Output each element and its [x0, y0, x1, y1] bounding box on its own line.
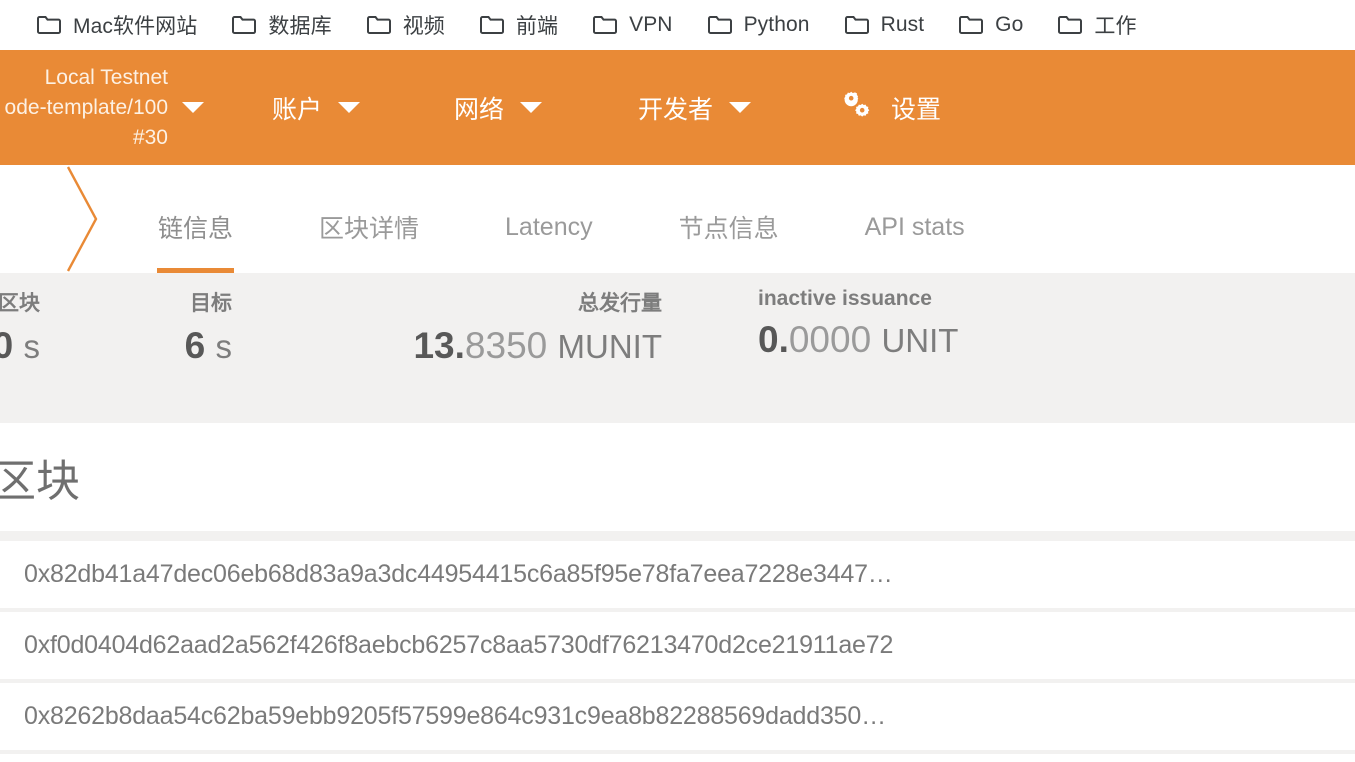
- stat-label: 目标: [190, 292, 232, 315]
- menu-item-label: 设置: [891, 95, 942, 124]
- bookmark-label: Python: [743, 13, 810, 36]
- tab-label: API stats: [864, 212, 965, 241]
- menu-item-developer[interactable]: 开发者: [638, 90, 752, 126]
- folder-icon: [366, 15, 392, 35]
- stat-value-unit: MUNIT: [557, 328, 662, 365]
- menu-item-label: 账户: [272, 95, 323, 124]
- block-hash: 0x82db41a47dec06eb68d83a9a3dc44954415c6a…: [24, 560, 893, 588]
- bookmark-label: 工作: [1094, 15, 1137, 38]
- network-selector[interactable]: Local Testnet ode-template/100 #30: [0, 63, 232, 153]
- stat-value-rest: 0000: [788, 319, 872, 360]
- stat-value-unit: UNIT: [881, 322, 959, 359]
- stat-value: 13.8350 MUNIT: [413, 323, 662, 370]
- folder-icon: [958, 15, 984, 35]
- tab-label: 节点信息: [678, 215, 779, 243]
- network-name: Local Testnet: [44, 65, 168, 89]
- chevron-down-icon: [729, 102, 752, 113]
- stat-value: 6 s: [185, 323, 232, 370]
- bookmark-label: Mac软件网站: [73, 15, 198, 38]
- chevron-down-icon: [338, 102, 361, 113]
- chevron-right-icon: [38, 165, 118, 273]
- bookmark-item[interactable]: Python: [707, 13, 810, 37]
- bookmark-label: 前端: [515, 15, 559, 38]
- tab-node-info[interactable]: 节点信息: [679, 165, 779, 273]
- bookmark-label: 数据库: [268, 15, 332, 38]
- chevron-down-icon: [520, 102, 543, 113]
- stat-value-main: 6: [184, 325, 206, 366]
- tab-list: 链信息 区块详情 Latency 节点信息 API stats: [156, 165, 965, 273]
- bookmark-item[interactable]: VPN: [592, 13, 672, 37]
- menu-item-accounts[interactable]: 账户: [272, 90, 361, 126]
- tab-chain-info[interactable]: 链信息: [156, 165, 235, 273]
- stat-label: 区块: [0, 292, 40, 315]
- stat-inactive-issuance: inactive issuance 0.0000 UNIT: [758, 273, 958, 364]
- block-hash: 0x8262b8daa54c62ba59ebb9205f57599e864c93…: [24, 702, 886, 730]
- table-row[interactable]: 0x8262b8daa54c62ba59ebb9205f57599e864c93…: [0, 683, 1355, 750]
- folder-icon: [592, 15, 618, 35]
- folder-icon: [707, 15, 733, 35]
- network-selector-text: Local Testnet ode-template/100 #30: [5, 63, 168, 153]
- tab-latency[interactable]: Latency: [505, 165, 593, 273]
- tab-strip: 链信息 区块详情 Latency 节点信息 API stats: [0, 165, 1355, 273]
- folder-icon: [844, 15, 870, 35]
- section-divider: [0, 531, 1355, 541]
- bookmark-item[interactable]: Go: [958, 13, 1023, 37]
- stat-label: inactive issuance: [758, 287, 932, 310]
- tab-block-details[interactable]: 区块详情: [319, 165, 419, 273]
- stat-value: 0 s: [0, 323, 40, 370]
- stat-label: 总发行量: [578, 292, 662, 315]
- stat-total-issuance: 总发行量 13.8350 MUNIT: [362, 273, 662, 370]
- tab-label: Latency: [505, 212, 593, 241]
- bookmark-label: 视频: [402, 15, 445, 38]
- bookmark-item[interactable]: Rust: [844, 13, 925, 37]
- table-row[interactable]: 0xf0d0404d62aad2a562f426f8aebcb6257c8aa5…: [0, 612, 1355, 679]
- network-endpoint: ode-template/100: [4, 95, 168, 119]
- table-row[interactable]: 0x82db41a47dec06eb68d83a9a3dc44954415c6a…: [0, 541, 1355, 608]
- stat-value-unit: s: [23, 328, 41, 365]
- bookmark-label: Go: [995, 13, 1024, 36]
- block-hash: 0xf0d0404d62aad2a562f426f8aebcb6257c8aa5…: [24, 631, 894, 659]
- bookmarks-bar: Mac软件网站 数据库 视频 前端 VPN Python Rust Go 工作: [0, 0, 1355, 50]
- stat-value-rest: 8350: [464, 325, 548, 366]
- bookmark-item[interactable]: 工作: [1057, 10, 1136, 40]
- folder-icon: [1057, 15, 1083, 35]
- latest-blocks-header: 新区块: [0, 423, 1355, 531]
- menu-item-label: 开发者: [638, 95, 714, 124]
- latest-blocks-list: 0x82db41a47dec06eb68d83a9a3dc44954415c6a…: [0, 541, 1355, 754]
- tab-api-stats[interactable]: API stats: [865, 165, 965, 273]
- stat-value: 0.0000 UNIT: [758, 317, 958, 364]
- stat-target-time: 目标 6 s: [112, 273, 232, 370]
- stat-value-main: 13.: [413, 325, 465, 366]
- bookmark-item[interactable]: 数据库: [231, 10, 332, 40]
- app-header: Local Testnet ode-template/100 #30 账户 网络…: [0, 50, 1355, 165]
- row-separator: [0, 750, 1355, 754]
- folder-icon: [231, 15, 257, 35]
- bookmark-item[interactable]: Mac软件网站: [36, 10, 197, 40]
- bookmark-item[interactable]: 前端: [479, 10, 558, 40]
- tab-label: 区块详情: [319, 215, 420, 243]
- bookmark-label: VPN: [629, 13, 673, 36]
- chevron-down-icon: [182, 102, 204, 113]
- stat-value-main: 0.: [758, 319, 789, 360]
- stat-block-time: 区块 0 s: [0, 273, 40, 370]
- stats-panel: 区块 0 s 目标 6 s 总发行量 13.8350 MUNIT inactiv…: [0, 273, 1355, 423]
- menu-item-label: 网络: [454, 95, 505, 124]
- folder-icon: [479, 15, 505, 35]
- page-title: 新区块: [0, 457, 80, 506]
- tab-label: 链信息: [158, 215, 234, 243]
- menu-item-network[interactable]: 网络: [454, 90, 543, 126]
- menu-item-settings[interactable]: 设置: [839, 90, 941, 126]
- folder-icon: [36, 15, 62, 35]
- stat-value-unit: s: [215, 328, 233, 365]
- bookmark-item[interactable]: 视频: [366, 10, 445, 40]
- bookmark-label: Rust: [880, 13, 925, 36]
- network-block-number: #30: [132, 125, 168, 149]
- stat-value-main: 0: [0, 325, 14, 366]
- gears-icon: [839, 91, 877, 125]
